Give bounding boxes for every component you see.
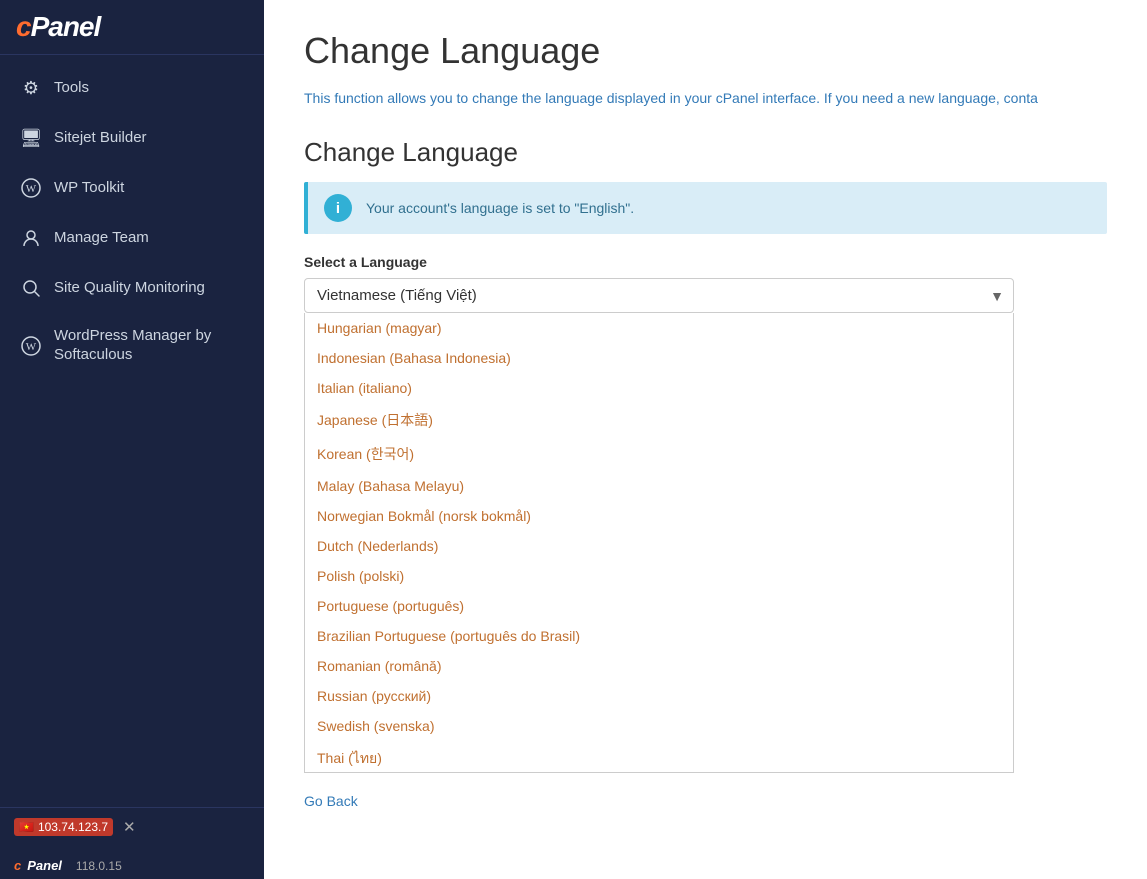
wordpress-manager-icon: W	[20, 335, 42, 357]
cpanel-footer-brand: Panel	[27, 858, 62, 873]
alert-info-box: i Your account's language is set to "Eng…	[304, 182, 1107, 234]
language-select-wrapper: Hungarian (magyar)Indonesian (Bahasa Ind…	[304, 278, 1014, 313]
sidebar-footer: 🇻🇳 103.74.123.7 ✕	[0, 807, 264, 846]
sidebar-item-sitejet[interactable]: 🖥 Sitejet Builder	[0, 113, 264, 163]
list-item[interactable]: Hungarian (magyar)	[305, 313, 1013, 343]
ip-address: 103.74.123.7	[38, 820, 108, 834]
list-item[interactable]: Korean (한국어)	[305, 437, 1013, 471]
sidebar-item-tools[interactable]: ⚙ Tools	[0, 63, 264, 113]
list-item[interactable]: Japanese (日本語)	[305, 403, 1013, 437]
list-item[interactable]: Malay (Bahasa Melayu)	[305, 471, 1013, 501]
sidebar-item-wordpress-manager-label: WordPress Manager by Softaculous	[54, 327, 244, 365]
sidebar-item-manage-team-label: Manage Team	[54, 229, 149, 248]
sitejet-icon: 🖥	[20, 127, 42, 149]
cpanel-logo: cPanel	[16, 11, 100, 43]
list-item[interactable]: Indonesian (Bahasa Indonesia)	[305, 343, 1013, 373]
site-quality-icon	[20, 277, 42, 299]
list-item[interactable]: Romanian (română)	[305, 651, 1013, 681]
flag-icon: 🇻🇳	[19, 820, 34, 834]
sidebar-item-wp-toolkit[interactable]: W WP Toolkit	[0, 163, 264, 213]
alert-icon: i	[324, 194, 352, 222]
sidebar-nav: ⚙ Tools 🖥 Sitejet Builder W WP Toolkit M…	[0, 55, 264, 435]
list-item[interactable]: Portuguese (português)	[305, 591, 1013, 621]
list-item[interactable]: Brazilian Portuguese (português do Brasi…	[305, 621, 1013, 651]
sidebar-item-wordpress-manager[interactable]: W WordPress Manager by Softaculous	[0, 313, 264, 379]
cpanel-footer: c Panel 118.0.15	[0, 852, 264, 879]
svg-text:W: W	[26, 341, 37, 353]
tools-icon: ⚙	[20, 77, 42, 99]
sidebar-item-wp-toolkit-label: WP Toolkit	[54, 179, 124, 198]
sidebar-item-site-quality[interactable]: Site Quality Monitoring	[0, 263, 264, 313]
language-select[interactable]: Hungarian (magyar)Indonesian (Bahasa Ind…	[304, 278, 1014, 313]
svg-text:W: W	[26, 183, 37, 195]
select-label: Select a Language	[304, 254, 1107, 270]
cpanel-version: 118.0.15	[76, 859, 122, 873]
sidebar-item-tools-label: Tools	[54, 79, 89, 98]
flag-badge: 🇻🇳 103.74.123.7	[14, 818, 113, 836]
list-item[interactable]: Polish (polski)	[305, 561, 1013, 591]
sidebar-item-site-quality-label: Site Quality Monitoring	[54, 279, 205, 298]
list-item[interactable]: Norwegian Bokmål (norsk bokmål)	[305, 501, 1013, 531]
page-title: Change Language	[304, 30, 1107, 72]
sidebar-item-sitejet-label: Sitejet Builder	[54, 129, 147, 148]
sidebar: cPanel ⚙ Tools 🖥 Sitejet Builder W WP To…	[0, 0, 264, 879]
list-item[interactable]: Swedish (svenska)	[305, 711, 1013, 741]
list-item[interactable]: Italian (italiano)	[305, 373, 1013, 403]
alert-text: Your account's language is set to "Engli…	[366, 200, 634, 216]
sidebar-item-manage-team[interactable]: Manage Team	[0, 213, 264, 263]
list-item[interactable]: Russian (русский)	[305, 681, 1013, 711]
info-text: This function allows you to change the l…	[304, 88, 1107, 109]
wp-toolkit-icon: W	[20, 177, 42, 199]
go-back-link[interactable]: Go Back	[304, 793, 1107, 809]
main-content: Change Language This function allows you…	[264, 0, 1147, 879]
list-item[interactable]: Dutch (Nederlands)	[305, 531, 1013, 561]
close-ip-button[interactable]: ✕	[123, 818, 136, 836]
cpanel-footer-logo-text: c	[14, 858, 21, 873]
manage-team-icon	[20, 227, 42, 249]
sidebar-logo: cPanel	[0, 0, 264, 55]
section-title: Change Language	[304, 137, 1107, 168]
list-item[interactable]: Thai (ไทย)	[305, 741, 1013, 773]
language-dropdown-list[interactable]: Hungarian (magyar)Indonesian (Bahasa Ind…	[304, 313, 1014, 773]
